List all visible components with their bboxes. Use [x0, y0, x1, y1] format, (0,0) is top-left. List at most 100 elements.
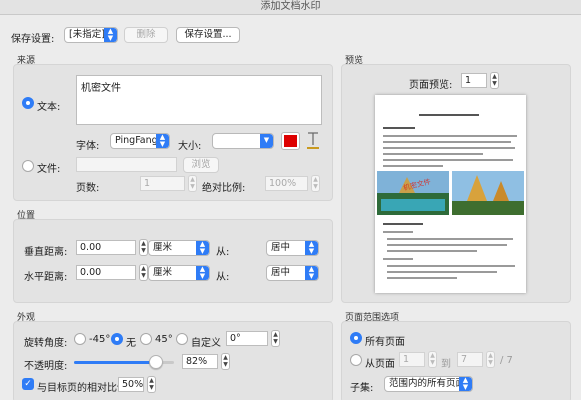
file-radio[interactable]	[22, 160, 34, 172]
horizontal-unit-select[interactable]: 厘米 ▲ ▼	[148, 265, 210, 281]
preset-select[interactable]: [未指定] ▲ ▼	[64, 27, 118, 43]
rotation-custom-label: 自定义	[191, 338, 221, 349]
subset-value: 范围内的所有页面	[389, 378, 466, 389]
text-color-well[interactable]	[281, 132, 300, 150]
relative-scale-stepper[interactable]: ▲ ▼	[147, 376, 156, 393]
color-swatch	[284, 135, 297, 147]
text-radio-label: 文本:	[37, 102, 61, 113]
font-label: 字体:	[76, 141, 100, 152]
vertical-from-label: 从:	[216, 247, 230, 258]
from-page-value: 1	[403, 354, 410, 365]
rotation-custom-stepper[interactable]: ▲ ▼	[271, 330, 280, 347]
page-preview-field[interactable]: 1	[461, 73, 487, 88]
opacity-slider-knob[interactable]	[149, 355, 163, 369]
preview-title-line	[419, 114, 479, 116]
preview-text-line	[387, 238, 513, 240]
delete-button[interactable]: 删除	[124, 27, 168, 43]
preview-text-line	[383, 258, 413, 260]
page-preview-label: 页面预览:	[409, 80, 453, 91]
abs-scale-stepper[interactable]: ▲ ▼	[311, 175, 320, 192]
rotation-custom-field[interactable]: 0°	[226, 331, 268, 346]
file-radio-label: 文件:	[37, 164, 61, 175]
relative-scale-label: 与目标页的相对比例	[37, 383, 127, 394]
chevron-updown-icon: ▲ ▼	[305, 241, 318, 255]
relative-scale-checkbox[interactable]: ✓	[22, 378, 34, 390]
opacity-stepper[interactable]: ▲ ▼	[221, 353, 230, 370]
text-radio[interactable]	[22, 97, 34, 109]
text-format-icon[interactable]	[306, 131, 320, 150]
rotation-none-radio[interactable]	[111, 333, 123, 345]
font-select[interactable]: PingFang ▲ ▼	[110, 133, 170, 149]
preview-text-line	[383, 231, 413, 233]
opacity-field[interactable]: 82%	[182, 354, 218, 369]
opacity-slider-fill	[74, 361, 156, 364]
preview-text-line	[383, 141, 511, 143]
chevron-updown-icon: ▲ ▼	[104, 28, 117, 42]
vertical-distance-label: 垂直距离:	[24, 247, 68, 258]
horizontal-distance-stepper[interactable]: ▲ ▼	[139, 264, 148, 281]
from-page-field[interactable]: 1	[399, 352, 425, 367]
horizontal-distance-value: 0.00	[80, 267, 102, 278]
page-count-value: 1	[144, 178, 151, 189]
page-count-field[interactable]: 1	[140, 176, 185, 191]
from-page-label: 从页面	[365, 359, 395, 370]
vertical-from-value: 居中	[271, 242, 291, 253]
horizontal-unit-value: 厘米	[153, 267, 173, 278]
preview-text-line	[387, 277, 457, 279]
size-label: 大小:	[178, 141, 202, 152]
rotation-45-radio[interactable]	[140, 333, 152, 345]
preview-text-line	[387, 265, 515, 267]
horizontal-from-label: 从:	[216, 272, 230, 283]
page-count-stepper[interactable]: ▲ ▼	[188, 175, 197, 192]
file-path-field[interactable]	[76, 157, 177, 172]
rotation-neg45-radio[interactable]	[74, 333, 86, 345]
to-page-field[interactable]: 7	[457, 352, 483, 367]
chevron-updown-icon: ▲ ▼	[305, 266, 318, 280]
preview-text-line	[383, 165, 443, 167]
watermark-text-input[interactable]: 机密文件	[76, 75, 322, 125]
from-page-stepper[interactable]: ▲ ▼	[428, 351, 437, 368]
browse-button[interactable]: 浏览	[183, 157, 219, 173]
vertical-unit-select[interactable]: 厘米 ▲ ▼	[148, 240, 210, 256]
preview-text-line	[387, 244, 507, 246]
from-page-radio[interactable]	[350, 354, 362, 366]
vertical-from-select[interactable]: 居中 ▲ ▼	[266, 240, 319, 256]
preview-text-line	[387, 250, 477, 252]
window-title: 添加文档水印	[260, 1, 321, 12]
to-page-stepper[interactable]: ▲ ▼	[486, 351, 495, 368]
abs-scale-value: 100%	[269, 178, 297, 189]
preview-heading-line	[383, 127, 415, 129]
all-pages-label: 所有页面	[365, 337, 405, 348]
vertical-distance-field[interactable]: 0.00	[76, 240, 136, 255]
horizontal-distance-label: 水平距离:	[24, 272, 68, 283]
chevron-updown-icon: ▲ ▼	[459, 377, 472, 391]
relative-scale-value: 50%	[122, 379, 144, 390]
watermark-text-value: 机密文件	[81, 83, 121, 94]
all-pages-radio[interactable]	[350, 332, 362, 344]
page-preview-stepper[interactable]: ▲ ▼	[490, 72, 499, 89]
horizontal-distance-field[interactable]: 0.00	[76, 265, 136, 280]
vertical-unit-value: 厘米	[153, 242, 173, 253]
chevron-updown-icon: ▲ ▼	[196, 266, 209, 280]
vertical-distance-value: 0.00	[80, 242, 102, 253]
window-title-bar: 添加文档水印	[0, 0, 581, 15]
preview-text-line	[383, 135, 517, 137]
preset-value: [未指定]	[69, 29, 105, 40]
chevron-updown-icon: ▲ ▼	[196, 241, 209, 255]
to-label: 到	[441, 359, 451, 370]
horizontal-from-select[interactable]: 居中 ▲ ▼	[266, 265, 319, 281]
size-combo[interactable]: ▼	[212, 133, 274, 149]
vertical-distance-stepper[interactable]: ▲ ▼	[139, 239, 148, 256]
page-count-label: 页数:	[76, 183, 100, 194]
subset-select[interactable]: 范围内的所有页面 ▲ ▼	[384, 376, 473, 392]
save-settings-button[interactable]: 保存设置...	[176, 27, 240, 43]
preview-text-line	[383, 147, 515, 149]
subset-label: 子集:	[350, 383, 374, 394]
relative-scale-field[interactable]: 50%	[118, 377, 144, 392]
chevron-down-icon: ▼	[260, 134, 273, 148]
position-group	[13, 219, 333, 303]
preview-photo	[377, 171, 524, 215]
abs-scale-field[interactable]: 100%	[265, 176, 308, 191]
rotation-custom-radio[interactable]	[176, 333, 188, 345]
rotation-label: 旋转角度:	[24, 338, 68, 349]
